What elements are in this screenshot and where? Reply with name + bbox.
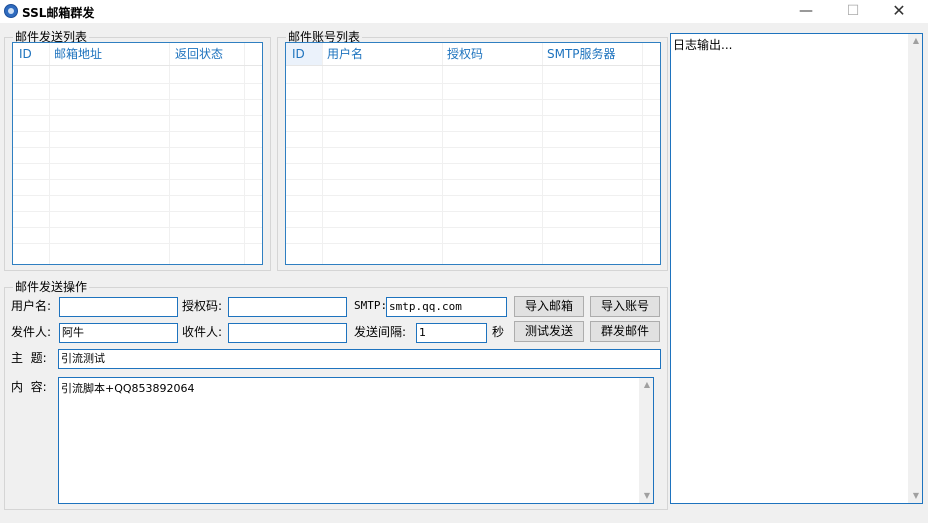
content-scrollbar[interactable]: ▲ ▼ (639, 378, 653, 503)
content-text: 引流脚本+QQ853892064 (61, 382, 195, 395)
interval-input[interactable]: 1 (416, 323, 487, 343)
log-text: 日志输出... (673, 38, 733, 52)
column-header-status[interactable]: 返回状态 (175, 43, 223, 65)
recipient-label: 收件人: (182, 325, 223, 339)
window-title: SSL邮箱群发 (22, 6, 95, 20)
username-input[interactable] (59, 297, 178, 317)
scroll-up-icon[interactable]: ▲ (640, 378, 653, 392)
import-email-button[interactable]: 导入邮箱 (514, 296, 584, 317)
column-header-authcode[interactable]: 授权码 (447, 43, 483, 65)
subject-label: 主 题: (11, 351, 47, 365)
username-label: 用户名: (11, 299, 52, 313)
smtp-label: SMTP: (354, 299, 388, 312)
title-bar: SSL邮箱群发 — ☐ ✕ (0, 0, 928, 23)
account-list-grid[interactable]: ID 用户名 授权码 SMTP服务器 (285, 42, 661, 265)
content-textarea[interactable]: 引流脚本+QQ853892064 ▲ ▼ (58, 377, 654, 504)
smtp-input[interactable]: smtp.qq.com (386, 297, 507, 317)
column-header-id[interactable]: ID (292, 43, 305, 65)
sender-input[interactable]: 阿牛 (59, 323, 178, 343)
subject-input[interactable]: 引流测试 (58, 349, 661, 369)
close-button[interactable]: ✕ (876, 0, 922, 23)
interval-label: 发送间隔: (354, 325, 407, 339)
account-list-group: 邮件账号列表 ID 用户名 授权码 SMTP服务器 (277, 30, 668, 271)
authcode-input[interactable] (228, 297, 347, 317)
send-list-grid[interactable]: ID 邮箱地址 返回状态 (12, 42, 263, 265)
import-account-button[interactable]: 导入账号 (590, 296, 660, 317)
send-list-header: ID 邮箱地址 返回状态 (13, 43, 262, 66)
column-header-username[interactable]: 用户名 (327, 43, 363, 65)
minimize-button[interactable]: — (783, 0, 829, 23)
interval-unit-label: 秒 (492, 325, 505, 339)
account-list-header: ID 用户名 授权码 SMTP服务器 (286, 43, 660, 66)
scroll-down-icon[interactable]: ▼ (909, 489, 923, 503)
mass-send-button[interactable]: 群发邮件 (590, 321, 660, 342)
send-list-group: 邮件发送列表 ID 邮箱地址 返回状态 (4, 30, 271, 271)
column-header-smtp-server[interactable]: SMTP服务器 (547, 43, 616, 65)
scroll-down-icon[interactable]: ▼ (640, 489, 653, 503)
log-scrollbar[interactable]: ▲ ▼ (908, 34, 922, 503)
log-output[interactable]: 日志输出... ▲ ▼ (670, 33, 923, 504)
recipient-input[interactable] (228, 323, 347, 343)
app-logo-icon (4, 4, 18, 18)
send-operation-title: 邮件发送操作 (13, 280, 90, 294)
sender-label: 发件人: (11, 325, 52, 339)
column-header-id[interactable]: ID (19, 43, 32, 65)
column-header-email[interactable]: 邮箱地址 (54, 43, 102, 65)
content-label: 内 容: (11, 380, 47, 394)
scroll-up-icon[interactable]: ▲ (909, 34, 923, 48)
test-send-button[interactable]: 测试发送 (514, 321, 584, 342)
window-bottom-edge (0, 512, 928, 523)
authcode-label: 授权码: (182, 299, 223, 313)
maximize-button[interactable]: ☐ (830, 0, 876, 23)
